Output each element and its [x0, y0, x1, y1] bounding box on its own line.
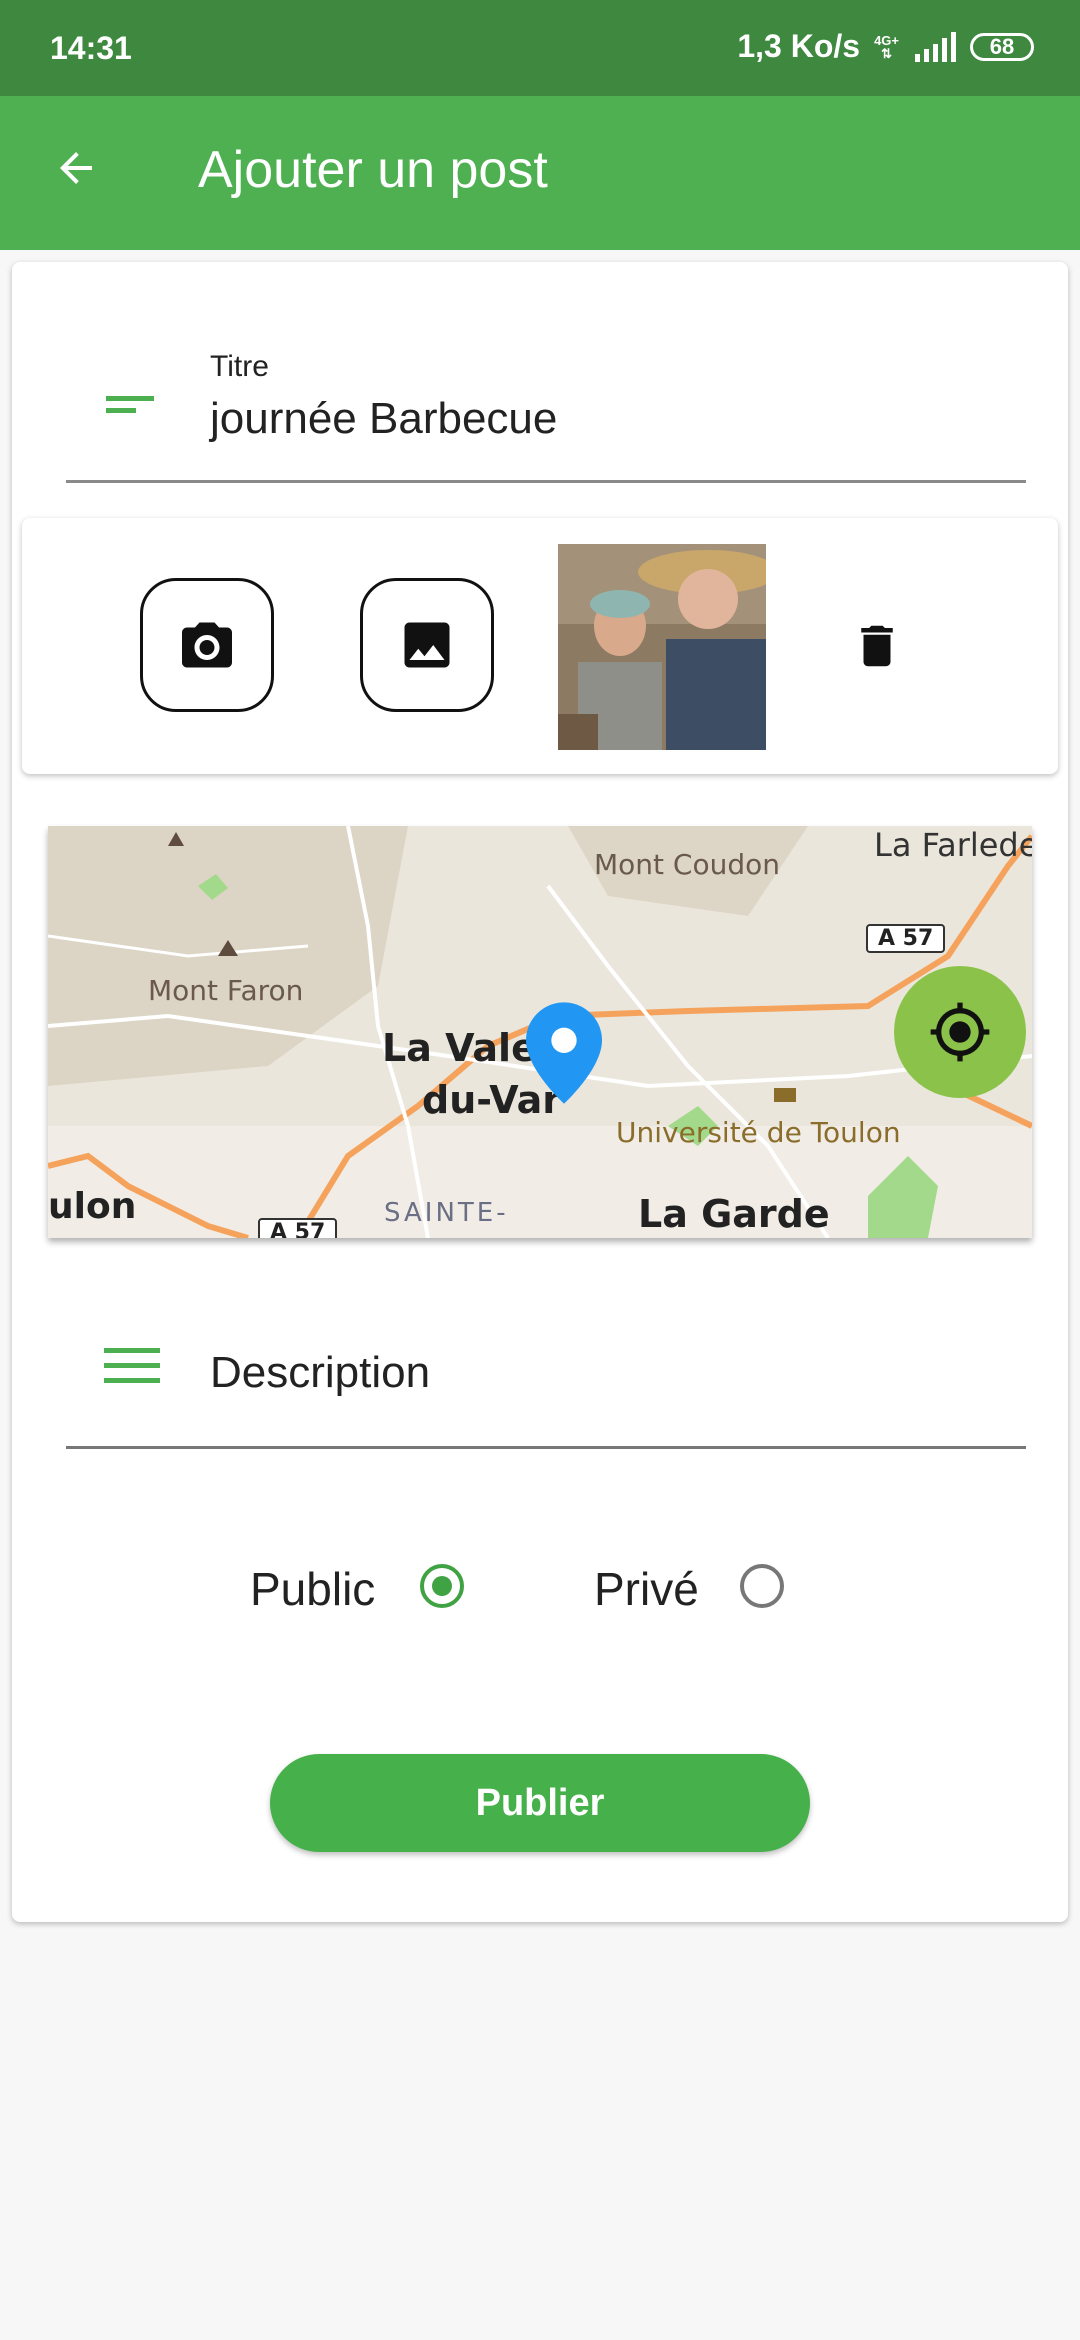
image-icon [404, 622, 450, 668]
short-text-icon [106, 396, 154, 413]
location-pin-icon [526, 1002, 602, 1104]
gallery-button[interactable] [360, 578, 494, 712]
post-form-card: Titre journée Barbecue Mont Coudon La Fa… [12, 262, 1068, 1922]
title-input[interactable]: journée Barbecue [210, 394, 557, 444]
publish-button[interactable]: Publier [270, 1754, 810, 1852]
delete-icon[interactable] [850, 616, 904, 676]
notes-icon [104, 1348, 160, 1383]
battery-icon: 68 [970, 32, 1034, 61]
status-time: 14:31 [50, 30, 132, 66]
map-label-mont-faron: Mont Faron [148, 974, 304, 1007]
gps-target-icon [930, 1002, 990, 1062]
net-speed: 1,3 Ko/s [737, 28, 861, 64]
app-bar: Ajouter un post [0, 96, 1080, 250]
page-title: Ajouter un post [198, 141, 548, 199]
camera-icon [182, 622, 232, 668]
description-field[interactable]: Description [66, 1298, 1026, 1449]
map-label-sainte: SAINTE- [384, 1198, 509, 1228]
network-type-icon: 4G+ ⇅ [874, 34, 899, 60]
title-label: Titre [210, 350, 269, 383]
data-arrows-icon: ⇅ [881, 45, 892, 61]
title-field[interactable]: Titre journée Barbecue [66, 350, 1026, 483]
private-radio[interactable] [740, 1564, 784, 1608]
photo-thumbnail [558, 544, 766, 750]
road-badge-a57: A 57 [258, 1218, 338, 1238]
my-location-button[interactable] [894, 966, 1026, 1098]
description-input[interactable]: Description [210, 1348, 430, 1398]
back-arrow-icon[interactable] [52, 144, 100, 192]
map-label-universite: Université de Toulon [616, 1116, 901, 1149]
signal-icon [915, 31, 956, 62]
map-label-mont-coudon: Mont Coudon [594, 848, 780, 881]
map-label-la-garde: La Garde [638, 1192, 830, 1236]
net-type-label: 4G+ [874, 32, 899, 48]
map-label-toulon: ulon [48, 1186, 137, 1227]
camera-button[interactable] [140, 578, 274, 712]
media-card [22, 518, 1058, 774]
private-label: Privé [594, 1563, 699, 1615]
status-bar: 14:31 1,3 Ko/s 4G+ ⇅ 68 [0, 0, 1080, 96]
public-radio[interactable] [420, 1564, 464, 1608]
status-indicators: 1,3 Ko/s 4G+ ⇅ 68 [737, 28, 1034, 65]
location-map[interactable]: Mont Coudon La Farlede Mont Faron La Val… [48, 826, 1032, 1238]
road-badge-a57: A 57 [866, 924, 946, 953]
map-label-la-farlede: La Farlede [874, 826, 1032, 864]
public-label: Public [250, 1563, 376, 1615]
